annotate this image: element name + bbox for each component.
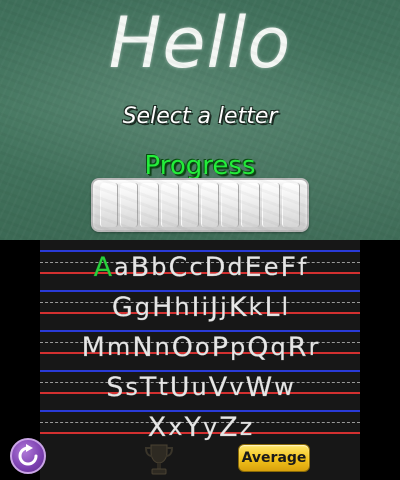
letter-U[interactable]: U	[169, 372, 191, 403]
progress-segment	[261, 183, 280, 227]
letter-t[interactable]: t	[157, 372, 168, 403]
refresh-icon	[18, 444, 38, 466]
progress-segment	[180, 183, 200, 227]
progress-segment	[120, 183, 139, 227]
bottom-screen: AaBbCcDdEeFfGgHhIiJjKkLlMmNnOoPpQqRrSsTt…	[0, 240, 400, 480]
letter-Q[interactable]: Q	[246, 332, 269, 363]
letter-P[interactable]: P	[211, 332, 229, 363]
letter-k[interactable]: k	[248, 292, 264, 323]
letter-A[interactable]: A	[93, 252, 113, 283]
letter-h[interactable]: h	[173, 292, 190, 323]
letter-a[interactable]: a	[113, 252, 130, 283]
letter-F[interactable]: F	[279, 252, 297, 283]
letter-r[interactable]: r	[307, 332, 319, 363]
letter-V[interactable]: V	[208, 372, 228, 403]
letter-row: SsTtUuVvWw	[40, 363, 360, 403]
letter-j[interactable]: j	[219, 292, 228, 323]
letter-L[interactable]: L	[263, 292, 280, 323]
letter-R[interactable]: R	[287, 332, 308, 363]
letter-O[interactable]: O	[171, 332, 194, 363]
letter-l[interactable]: l	[280, 292, 289, 323]
letter-B[interactable]: B	[130, 252, 151, 283]
letter-row: XxYyZz	[40, 403, 360, 443]
letter-x[interactable]: x	[167, 412, 183, 443]
letter-g[interactable]: g	[134, 292, 151, 323]
letter-n[interactable]: n	[154, 332, 171, 363]
average-button[interactable]: Average	[238, 444, 310, 472]
letter-f[interactable]: f	[297, 252, 307, 283]
letter-E[interactable]: E	[244, 252, 263, 283]
letter-K[interactable]: K	[228, 292, 248, 323]
letter-q[interactable]: q	[269, 332, 286, 363]
letter-W[interactable]: W	[244, 372, 273, 403]
trophy-icon	[144, 444, 174, 475]
letter-y[interactable]: y	[202, 412, 218, 443]
letter-Z[interactable]: Z	[218, 412, 239, 443]
letter-N[interactable]: N	[131, 332, 153, 363]
progress-segment	[221, 183, 240, 227]
letter-b[interactable]: b	[150, 252, 167, 283]
letter-row: GgHhIiJjKkLl	[40, 283, 360, 323]
letter-D[interactable]: D	[204, 252, 227, 283]
letter-board: AaBbCcDdEeFfGgHhIiJjKkLlMmNnOoPpQqRrSsTt…	[40, 240, 360, 480]
letter-m[interactable]: m	[106, 332, 131, 363]
letter-o[interactable]: o	[194, 332, 211, 363]
progress-segment	[100, 183, 119, 227]
top-screen: Hello Select a letter Progress	[0, 0, 400, 240]
progress-segment	[201, 183, 220, 227]
letter-row: AaBbCcDdEeFf	[40, 243, 360, 283]
letter-T[interactable]: T	[139, 372, 158, 403]
letter-s[interactable]: s	[124, 372, 139, 403]
letter-I[interactable]: I	[191, 292, 201, 323]
progress-segment	[140, 183, 159, 227]
letter-v[interactable]: v	[228, 372, 244, 403]
letter-H[interactable]: H	[151, 292, 173, 323]
letter-i[interactable]: i	[201, 292, 210, 323]
letter-G[interactable]: G	[111, 292, 134, 323]
page-title: Hello	[108, 2, 292, 84]
letter-p[interactable]: p	[229, 332, 246, 363]
letter-Y[interactable]: Y	[183, 412, 202, 443]
letter-w[interactable]: w	[273, 372, 295, 403]
letter-C[interactable]: C	[168, 252, 189, 283]
select-letter-prompt: Select a letter	[122, 104, 278, 129]
letter-z[interactable]: z	[239, 412, 254, 443]
letter-e[interactable]: e	[263, 252, 280, 283]
progress-label: Progress	[144, 151, 256, 181]
letter-X[interactable]: X	[147, 412, 168, 443]
progress-segment	[281, 183, 301, 227]
letter-S[interactable]: S	[105, 372, 124, 403]
progress-segment	[241, 183, 260, 227]
progress-bar	[91, 178, 309, 232]
letter-c[interactable]: c	[188, 252, 203, 283]
letter-M[interactable]: M	[81, 332, 106, 363]
letter-u[interactable]: u	[191, 372, 208, 403]
letter-d[interactable]: d	[226, 252, 243, 283]
letter-row: MmNnOoPpQqRr	[40, 323, 360, 363]
progress-segment	[160, 183, 179, 227]
letter-J[interactable]: J	[209, 292, 219, 323]
reset-button[interactable]	[10, 438, 46, 474]
